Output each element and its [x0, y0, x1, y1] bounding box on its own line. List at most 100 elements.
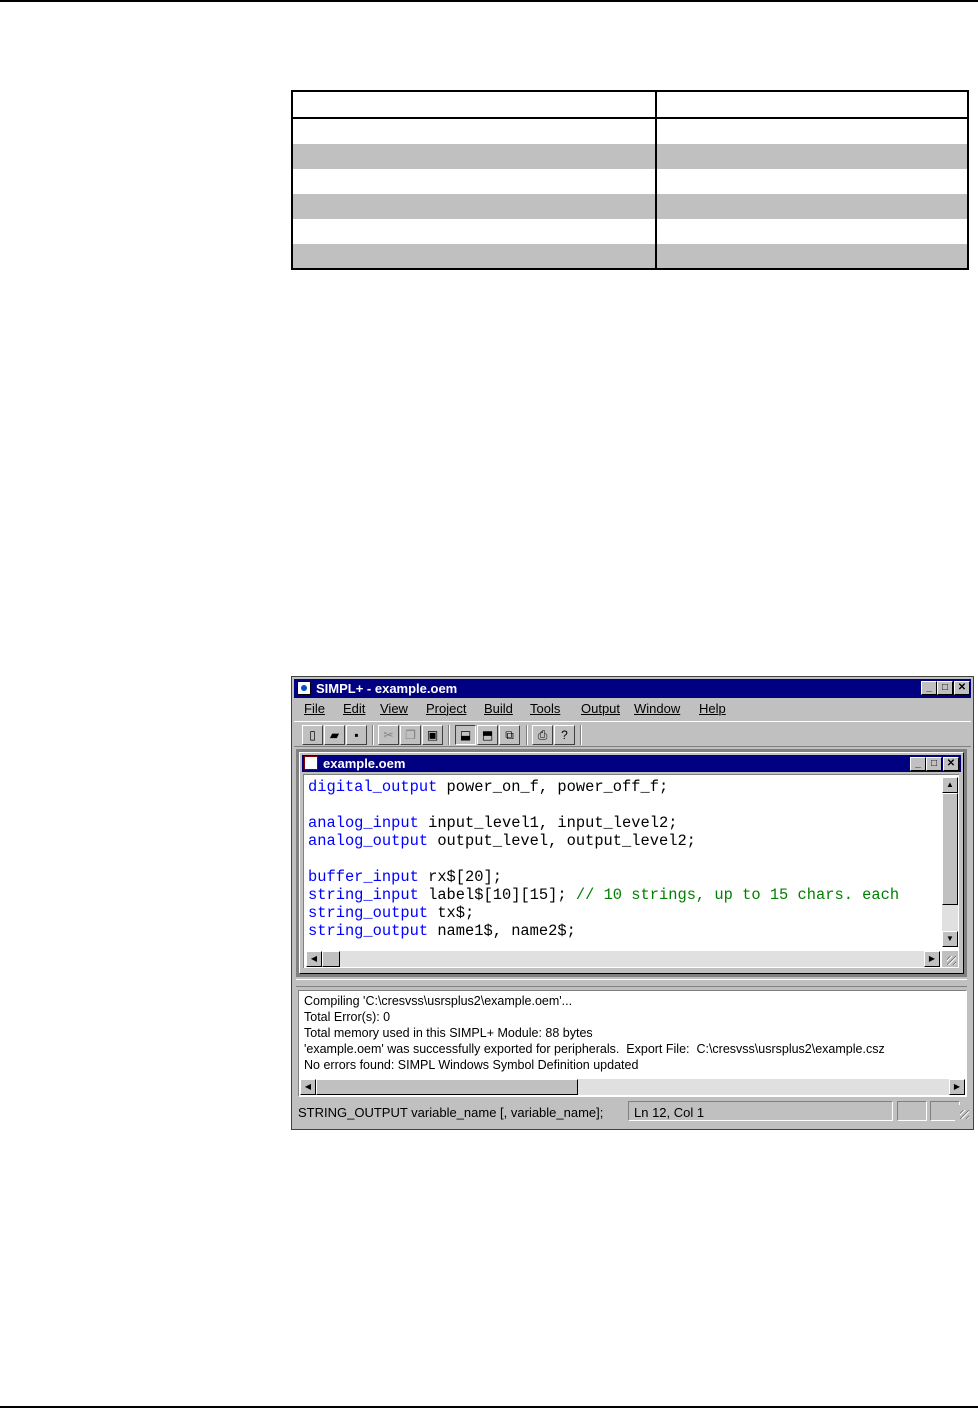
code-line[interactable]: digital_output power_on_f, power_off_f;: [308, 778, 899, 796]
table-row: [293, 244, 967, 268]
code-keyword: analog_input: [308, 814, 419, 832]
output-line: No errors found: SIMPL Windows Symbol De…: [304, 1058, 639, 1072]
code-text[interactable]: digital_output power_on_f, power_off_f;a…: [308, 778, 899, 940]
output-scroll-thumb[interactable]: [316, 1079, 578, 1095]
pane-splitter[interactable]: [296, 979, 967, 987]
menu-help[interactable]: Help: [699, 701, 726, 716]
open-folder-icon[interactable]: ▰: [324, 725, 345, 745]
simpl-plus-window: SIMPL+ - example.oem _ □ ✕ File Edit Vie…: [291, 676, 974, 1130]
table-row: [293, 194, 967, 219]
save-icon[interactable]: ▪: [346, 725, 367, 745]
status-hint: STRING_OUTPUT variable_name [, variable_…: [298, 1105, 604, 1120]
compile-all-icon[interactable]: ⬒: [477, 725, 498, 745]
output-line: 'example.oem' was successfully exported …: [304, 1042, 885, 1056]
horizontal-scroll-thumb[interactable]: [322, 951, 340, 967]
doc-minimize-button[interactable]: _: [910, 757, 926, 771]
code-editor[interactable]: digital_output power_on_f, power_off_f;a…: [303, 774, 959, 968]
code-line[interactable]: analog_output output_level, output_level…: [308, 832, 899, 850]
code-token: power_on_f, power_off_f;: [437, 778, 669, 796]
table-column-divider: [655, 92, 657, 268]
menu-project[interactable]: Project: [426, 701, 466, 716]
code-line[interactable]: string_output name1$, name2$;: [308, 922, 899, 940]
table-row: [293, 119, 967, 144]
status-pane: [897, 1101, 927, 1121]
menu-output[interactable]: Output: [581, 701, 620, 716]
code-line[interactable]: buffer_input rx$[20];: [308, 868, 899, 886]
doc-maximize-button[interactable]: □: [926, 757, 942, 771]
toolbar-separator: [372, 725, 374, 745]
output-scroll-left-icon[interactable]: ◀: [300, 1079, 316, 1095]
code-keyword: analog_output: [308, 832, 429, 850]
new-file-icon[interactable]: ▯: [302, 725, 323, 745]
resize-grip-icon[interactable]: [942, 951, 958, 967]
maximize-button[interactable]: □: [937, 681, 953, 695]
output-line: Compiling 'C:\cresvss\usrsplus2\example.…: [304, 994, 573, 1008]
document-window: example.oem _ □ ✕ digital_output power_o…: [299, 752, 964, 974]
code-token: input_level1, input_level2;: [418, 814, 678, 832]
minimize-button[interactable]: _: [921, 681, 937, 695]
toolbar: ▯ ▰ ▪ ✂ ❐ ▣ ⬓ ⬒ ⧉ ⎙ ?: [294, 721, 971, 747]
output-line: Total Error(s): 0: [304, 1010, 391, 1024]
document-icon[interactable]: [304, 756, 318, 770]
close-button[interactable]: ✕: [954, 681, 970, 695]
table-row: [293, 144, 967, 169]
code-token: name1$, name2$;: [428, 922, 576, 940]
header-rule: [0, 0, 978, 2]
menu-bar: File Edit View Project Build Tools Outpu…: [294, 699, 971, 719]
menu-edit[interactable]: Edit: [343, 701, 365, 716]
help-icon[interactable]: ?: [554, 725, 575, 745]
status-bar: STRING_OUTPUT variable_name [, variable_…: [294, 1099, 971, 1127]
output-pane[interactable]: Compiling 'C:\cresvss\usrsplus2\example.…: [298, 990, 967, 1097]
toolbar-separator: [448, 725, 450, 745]
export-icon[interactable]: ⧉: [499, 725, 520, 745]
menu-build[interactable]: Build: [484, 701, 513, 716]
code-keyword: string_input: [308, 886, 419, 904]
code-line[interactable]: string_input label$[10][15]; // 10 strin…: [308, 886, 899, 904]
output-line: Total memory used in this SIMPL+ Module:…: [304, 1026, 593, 1040]
menu-view[interactable]: View: [380, 701, 408, 716]
scroll-down-icon[interactable]: ▼: [942, 931, 958, 947]
app-icon[interactable]: [297, 681, 311, 695]
app-titlebar[interactable]: SIMPL+ - example.oem _ □ ✕: [294, 679, 971, 698]
document-title: example.oem: [323, 756, 406, 771]
code-keyword: buffer_input: [308, 868, 419, 886]
menu-file[interactable]: File: [304, 701, 325, 716]
code-line[interactable]: analog_input input_level1, input_level2;: [308, 814, 899, 832]
toolbar-separator: [580, 725, 582, 745]
mdi-workspace: example.oem _ □ ✕ digital_output power_o…: [296, 749, 967, 977]
compile-icon[interactable]: ⬓: [455, 725, 476, 745]
scroll-right-icon[interactable]: ▶: [924, 951, 940, 967]
code-token: tx$;: [428, 904, 475, 922]
window-resize-grip-icon[interactable]: [955, 1105, 971, 1121]
print-icon[interactable]: ⎙: [532, 725, 553, 745]
paste-icon[interactable]: ▣: [422, 725, 443, 745]
code-keyword: string_output: [308, 922, 429, 940]
horizontal-scrollbar[interactable]: ◀ ▶: [306, 951, 940, 967]
code-token: output_level, output_level2;: [428, 832, 696, 850]
menu-window[interactable]: Window: [634, 701, 680, 716]
code-line[interactable]: string_output tx$;: [308, 904, 899, 922]
menu-tools[interactable]: Tools: [530, 701, 560, 716]
output-scroll-right-icon[interactable]: ▶: [949, 1079, 965, 1095]
scroll-left-icon[interactable]: ◀: [306, 951, 322, 967]
code-line[interactable]: [308, 796, 899, 814]
table-row: [293, 169, 967, 194]
document-titlebar[interactable]: example.oem _ □ ✕: [302, 755, 961, 772]
scroll-up-icon[interactable]: ▲: [942, 777, 958, 793]
copy-icon[interactable]: ❐: [400, 725, 421, 745]
code-token: label$[10][15];: [418, 886, 576, 904]
table-row: [293, 219, 967, 244]
code-comment: // 10 strings, up to 15 chars. each: [575, 886, 900, 904]
code-keyword: digital_output: [308, 778, 438, 796]
code-line[interactable]: [308, 850, 899, 868]
document-table: [291, 90, 969, 270]
vertical-scroll-thumb[interactable]: [942, 793, 958, 905]
code-token: rx$[20];: [418, 868, 502, 886]
status-position: Ln 12, Col 1: [634, 1105, 705, 1120]
output-horizontal-scrollbar[interactable]: ◀ ▶: [300, 1079, 965, 1095]
cut-icon[interactable]: ✂: [378, 725, 399, 745]
app-title: SIMPL+ - example.oem: [316, 681, 458, 696]
toolbar-separator: [526, 725, 528, 745]
vertical-scrollbar[interactable]: ▲ ▼: [942, 777, 958, 947]
doc-close-button[interactable]: ✕: [943, 757, 959, 771]
